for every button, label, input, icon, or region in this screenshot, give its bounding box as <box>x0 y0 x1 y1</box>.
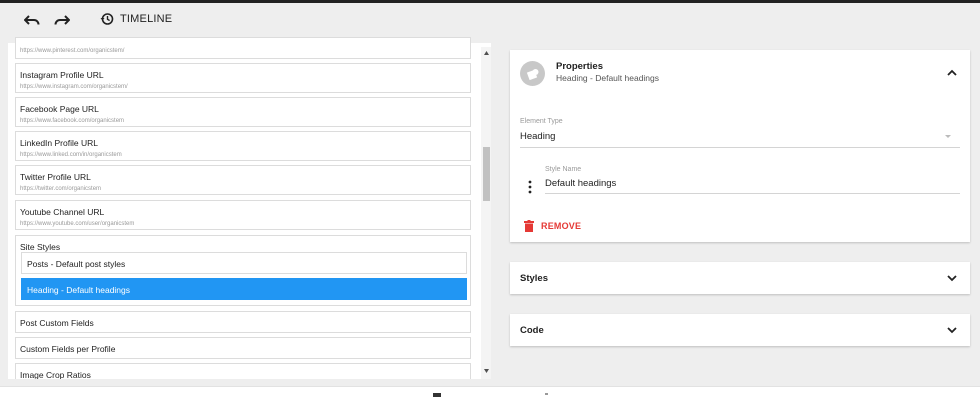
scroll-up-arrow-icon[interactable] <box>483 50 490 56</box>
field-title: Twitter Profile URL <box>20 172 91 182</box>
field-linkedin[interactable]: LinkedIn Profile URL https://www.linked.… <box>15 131 471 161</box>
element-type-value: Heading <box>520 131 556 142</box>
element-type-label: Element Type <box>520 118 563 125</box>
scroll-down-arrow-icon[interactable] <box>483 368 490 374</box>
site-styles-title: Site Styles <box>20 242 61 252</box>
field-title: Facebook Page URL <box>20 104 99 114</box>
field-twitter[interactable]: Twitter Profile URL https://twitter.com/… <box>15 165 471 195</box>
shapes-icon <box>526 68 538 80</box>
remove-label: REMOVE <box>541 221 582 231</box>
field-subtitle: https://www.facebook.com/organicstem <box>20 118 125 124</box>
field-subtitle: https://www.youtube.com/user/organicstem <box>20 221 135 227</box>
style-item-heading-selected[interactable]: Heading - Default headings <box>21 278 467 300</box>
properties-title: Properties <box>556 61 603 72</box>
undo-button[interactable] <box>22 11 42 31</box>
element-type-select[interactable]: Heading <box>520 131 960 148</box>
field-title: Custom Fields per Profile <box>20 344 116 354</box>
field-title: LinkedIn Profile URL <box>20 138 98 148</box>
scrollbar-thumb[interactable] <box>483 147 490 201</box>
code-title: Code <box>520 325 544 336</box>
field-image-crop-ratios[interactable]: Image Crop Ratios <box>15 363 471 379</box>
bottom-indicator <box>545 393 548 395</box>
field-title: Image Crop Ratios <box>20 370 91 379</box>
remove-button[interactable]: REMOVE <box>524 220 581 232</box>
style-item-posts[interactable]: Posts - Default post styles <box>21 252 467 274</box>
field-post-custom-fields[interactable]: Post Custom Fields <box>15 311 471 333</box>
field-subtitle: https://www.pinterest.com/organicstem/ <box>20 48 125 54</box>
properties-subtitle: Heading - Default headings <box>556 73 660 83</box>
redo-button[interactable] <box>52 11 72 31</box>
code-card[interactable]: Code <box>510 314 970 346</box>
chevron-down-icon[interactable] <box>946 324 958 336</box>
field-facebook[interactable]: Facebook Page URL https://www.facebook.c… <box>15 97 471 127</box>
styles-title: Styles <box>520 273 548 284</box>
field-subtitle: https://www.linked.com/in/organicstem <box>20 152 122 158</box>
site-styles-group: Site Styles Posts - Default post styles … <box>15 235 471 306</box>
field-title: Youtube Channel URL <box>20 207 105 217</box>
chevron-up-icon[interactable] <box>946 67 958 79</box>
scrollbar-track[interactable] <box>481 47 491 379</box>
more-vert-icon[interactable] <box>528 180 532 194</box>
timeline-label: TIMELINE <box>120 13 173 25</box>
field-title: Post Custom Fields <box>20 318 94 328</box>
style-name-label: Style Name <box>545 166 582 173</box>
field-subtitle: https://twitter.com/organicstem <box>20 186 102 192</box>
bottom-bar <box>0 386 980 397</box>
styles-card[interactable]: Styles <box>510 262 970 294</box>
redo-icon <box>54 15 70 25</box>
field-subtitle: https://www.instagram.com/organicstem/ <box>20 84 128 90</box>
bottom-toolbar-icon[interactable] <box>433 393 441 397</box>
history-icon <box>100 13 114 25</box>
undo-icon <box>24 15 40 25</box>
field-youtube[interactable]: Youtube Channel URL https://www.youtube.… <box>15 200 471 230</box>
field-title: Instagram Profile URL <box>20 70 104 80</box>
dropdown-arrow-icon <box>945 135 951 138</box>
properties-card: Properties Heading - Default headings El… <box>510 50 970 242</box>
field-custom-fields-per-profile[interactable]: Custom Fields per Profile <box>15 337 471 359</box>
chevron-down-icon[interactable] <box>946 272 958 284</box>
style-name-input[interactable]: Default headings <box>545 178 960 194</box>
field-pinterest[interactable]: https://www.pinterest.com/organicstem/ <box>15 37 471 59</box>
field-instagram[interactable]: Instagram Profile URL https://www.instag… <box>15 63 471 93</box>
element-type-avatar <box>520 61 545 86</box>
toolbar: TIMELINE <box>0 3 980 39</box>
timeline-button[interactable]: TIMELINE <box>100 12 172 26</box>
trash-icon <box>524 220 534 232</box>
